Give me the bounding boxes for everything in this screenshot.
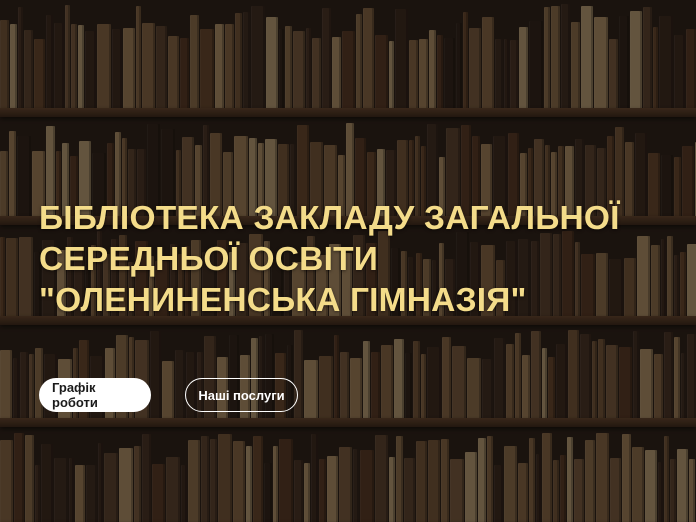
hero-content: БІБЛІОТЕКА ЗАКЛАДУ ЗАГАЛЬНОЇ СЕРЕДНЬОЇ О… xyxy=(39,198,659,321)
services-button[interactable]: Наші послуги xyxy=(185,378,298,412)
schedule-button[interactable]: Графік роботи xyxy=(39,378,151,412)
hero-banner: БІБЛІОТЕКА ЗАКЛАДУ ЗАГАЛЬНОЇ СЕРЕДНЬОЇ О… xyxy=(0,0,696,522)
hero-actions: Графік роботи Наші послуги xyxy=(39,378,298,412)
library-title: БІБЛІОТЕКА ЗАКЛАДУ ЗАГАЛЬНОЇ СЕРЕДНЬОЇ О… xyxy=(39,200,620,319)
